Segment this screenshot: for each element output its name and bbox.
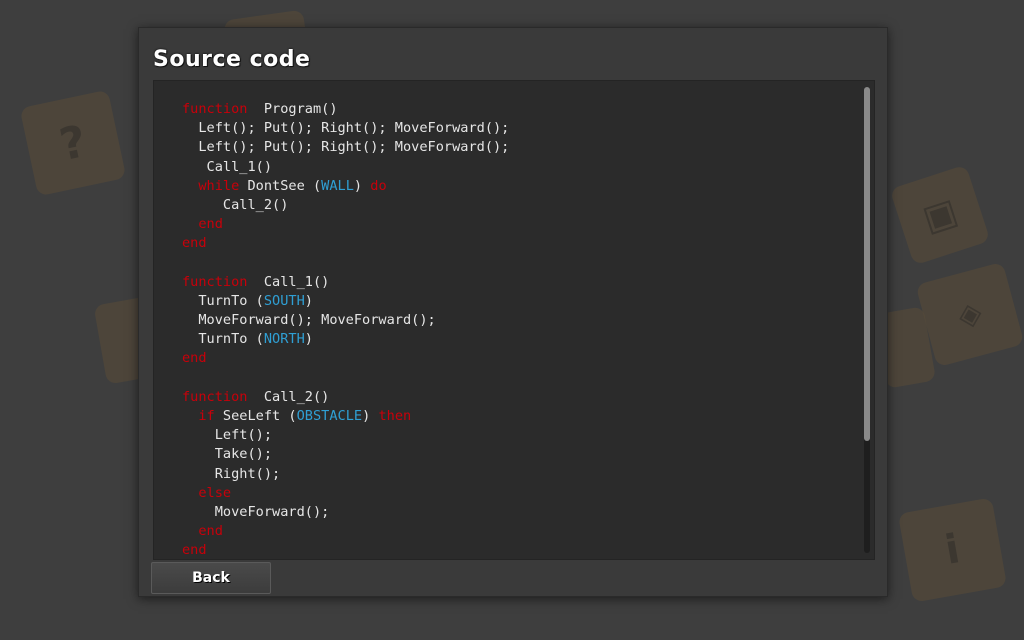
code-line: MoveForward(); (182, 503, 509, 522)
code-line: Left(); Put(); Right(); MoveForward(); (182, 119, 509, 138)
code-line: end (182, 215, 509, 234)
code-text: Call_1() (247, 273, 330, 290)
code-line: while DontSee (WALL) do (182, 177, 509, 196)
code-text: ) (353, 177, 371, 194)
dialog-title: Source code (153, 47, 311, 72)
code-line: TurnTo (SOUTH) (182, 292, 509, 311)
code-keyword: function (182, 101, 248, 117)
code-keyword: function (182, 273, 248, 290)
code-text: Take(); (182, 446, 273, 463)
code-line: Take(); (182, 445, 509, 464)
code-line: Left(); Put(); Right(); MoveForward(); (182, 138, 509, 157)
code-text: Left(); (182, 427, 273, 444)
scrollbar-thumb[interactable] (864, 87, 870, 441)
code-keyword: end (182, 542, 207, 559)
back-button[interactable]: Back (151, 562, 271, 594)
code-text: TurnTo ( (182, 331, 264, 348)
code-text: Right(); (182, 465, 281, 482)
code-keyword: else (198, 484, 232, 501)
code-line: end (182, 541, 509, 559)
code-text: ) (304, 331, 313, 348)
code-text: Call_2() (182, 196, 289, 213)
code-listing: function Program() Left(); Put(); Right(… (182, 100, 509, 559)
code-line: MoveForward(); MoveForward(); (182, 311, 509, 330)
code-line: end (182, 234, 509, 253)
code-text: MoveForward(); (182, 503, 330, 520)
code-keyword: if (198, 408, 215, 424)
code-keyword: function (182, 388, 248, 405)
code-text: Call_1() (182, 158, 273, 175)
code-line: function Program() (182, 100, 509, 119)
code-keyword: end (198, 216, 223, 233)
code-line: function Call_2() (182, 388, 509, 407)
code-panel[interactable]: function Program() Left(); Put(); Right(… (153, 80, 875, 560)
scrollbar[interactable] (864, 87, 870, 553)
code-text: MoveForward(); MoveForward(); (182, 312, 436, 329)
code-text: TurnTo ( (182, 292, 264, 309)
code-constant: OBSTACLE (296, 408, 363, 424)
code-line: else (182, 484, 509, 503)
code-text: DontSee ( (239, 177, 322, 194)
code-text: Call_2() (247, 388, 330, 405)
code-text: ) (362, 408, 379, 424)
code-text: Left(); Put(); Right(); MoveForward(); (182, 139, 510, 156)
code-line: Left(); (182, 426, 509, 445)
code-keyword: end (182, 350, 207, 367)
code-keyword: while (198, 177, 240, 194)
code-text: SeeLeft ( (214, 408, 297, 424)
code-line: TurnTo (NORTH) (182, 330, 509, 349)
code-text: ) (304, 292, 313, 309)
code-text: Program() (247, 101, 338, 117)
code-keyword: end (182, 235, 207, 252)
code-line: if SeeLeft (OBSTACLE) then (182, 407, 509, 426)
code-constant: NORTH (263, 331, 305, 348)
code-constant: SOUTH (263, 292, 305, 309)
code-constant: WALL (321, 177, 354, 194)
code-line: end (182, 522, 509, 541)
code-line: end (182, 349, 509, 368)
code-line: function Call_1() (182, 273, 509, 292)
source-code-dialog: Source code function Program() Left(); P… (138, 27, 888, 597)
code-keyword: do (370, 177, 387, 194)
code-line: Right(); (182, 465, 509, 484)
code-line: Call_1() (182, 158, 509, 177)
code-keyword: end (198, 523, 223, 540)
code-line: Call_2() (182, 196, 509, 215)
code-text: Left(); Put(); Right(); MoveForward(); (182, 120, 510, 137)
code-keyword: then (378, 408, 412, 424)
